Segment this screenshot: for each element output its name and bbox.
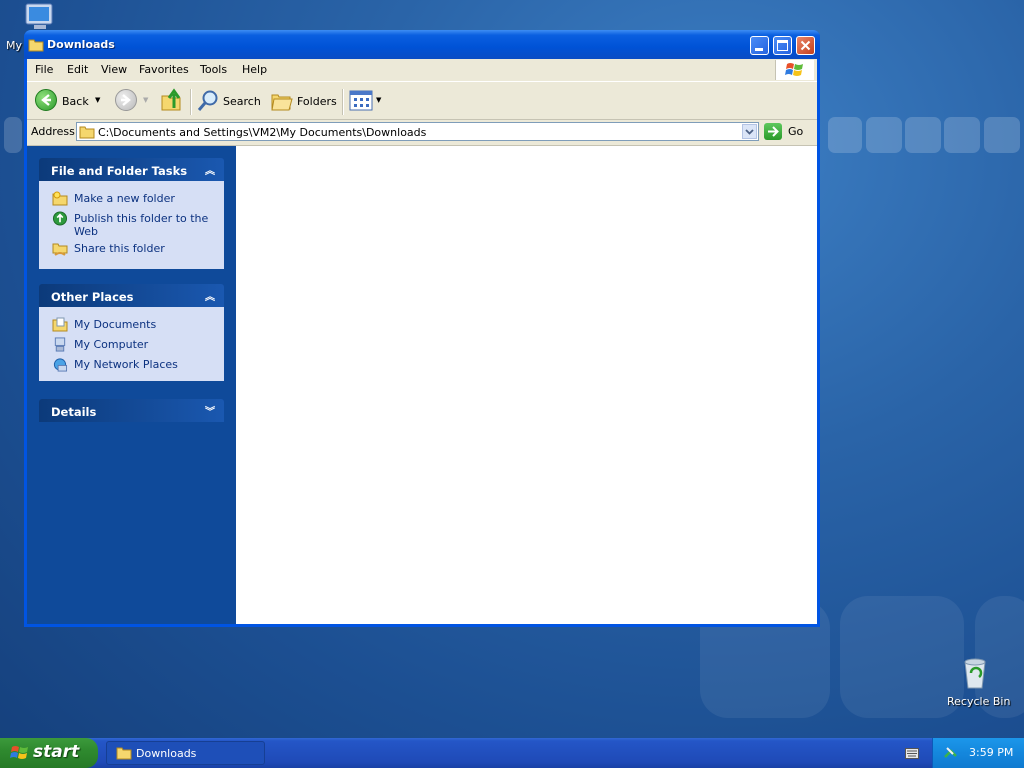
task-pane: File and Folder Tasks ︽ Make a new folde…: [27, 146, 236, 624]
system-tray: 3:59 PM: [932, 738, 1024, 768]
start-label: start: [33, 742, 80, 762]
address-value: C:\Documents and Settings\VM2\My Documen…: [98, 126, 427, 139]
menu-favorites[interactable]: Favorites: [139, 63, 189, 76]
title-bar[interactable]: Downloads: [24, 30, 820, 59]
place-my-computer[interactable]: My Computer: [74, 338, 148, 351]
forward-arrow-icon: [115, 89, 137, 111]
network-tray-icon[interactable]: [943, 745, 959, 761]
menu-tools[interactable]: Tools: [200, 63, 227, 76]
search-label: Search: [223, 95, 261, 108]
maximize-icon: [777, 40, 788, 51]
new-folder-icon: [52, 191, 68, 206]
address-input[interactable]: C:\Documents and Settings\VM2\My Documen…: [76, 122, 759, 141]
address-bar: Address C:\Documents and Settings\VM2\My…: [27, 121, 817, 146]
minimize-icon: [755, 48, 763, 51]
taskbar: start Downloads 3:59 PM: [0, 738, 1024, 768]
expand-chevron-icon[interactable]: ︾: [205, 403, 215, 418]
group-title: Details: [51, 405, 97, 419]
menu-bar: File Edit View Favorites Tools Help: [27, 59, 817, 82]
desktop-icon-label: Recycle Bin: [947, 695, 1011, 708]
menu-view[interactable]: View: [101, 63, 127, 76]
taskbar-button-label: Downloads: [136, 747, 197, 760]
group-title: File and Folder Tasks: [51, 164, 188, 178]
close-icon: [800, 40, 811, 51]
toolbar-separator: [190, 89, 192, 115]
windows-flag-icon: [10, 746, 28, 759]
standard-toolbar: Back ▼ ▼ Search Folders ▼: [27, 82, 817, 120]
chevron-down-icon: [745, 129, 754, 135]
search-icon: [197, 90, 218, 111]
publish-web-icon: [52, 211, 68, 226]
my-documents-icon: [52, 317, 68, 332]
go-arrow-icon: [764, 123, 782, 140]
menu-edit[interactable]: Edit: [67, 63, 88, 76]
collapse-chevron-icon[interactable]: ︽: [205, 288, 215, 303]
address-dropdown-button[interactable]: [742, 124, 757, 139]
folders-label: Folders: [297, 95, 337, 108]
desktop-decoration-large: [840, 596, 964, 718]
share-folder-icon: [52, 243, 68, 256]
maximize-button[interactable]: [773, 36, 792, 55]
file-list-area[interactable]: [236, 146, 817, 624]
window-title: Downloads: [47, 38, 115, 51]
my-network-places-icon: [53, 358, 68, 372]
back-label: Back: [62, 95, 89, 108]
back-arrow-icon: [35, 89, 57, 111]
folder-icon: [28, 39, 44, 52]
place-my-network-places[interactable]: My Network Places: [74, 358, 178, 371]
start-button[interactable]: start: [0, 738, 98, 768]
search-button[interactable]: Search: [194, 87, 262, 115]
minimize-button[interactable]: [750, 36, 769, 55]
group-title: Other Places: [51, 290, 134, 304]
file-folder-tasks-body: Make a new folder Publish this folder to…: [39, 181, 224, 269]
views-dropdown-icon: ▼: [376, 96, 382, 104]
folders-button[interactable]: Folders: [268, 87, 338, 115]
forward-button[interactable]: ▼: [113, 87, 153, 115]
folder-icon: [79, 126, 95, 139]
desktop-icon-label: My: [6, 39, 23, 52]
address-label: Address: [31, 125, 75, 138]
windows-logo: [775, 60, 814, 80]
place-my-documents[interactable]: My Documents: [74, 318, 156, 331]
menu-help[interactable]: Help: [242, 63, 267, 76]
my-computer-icon: [54, 337, 66, 352]
other-places-header[interactable]: Other Places ︽: [39, 284, 224, 307]
views-button[interactable]: ▼: [347, 87, 385, 115]
task-share-folder[interactable]: Share this folder: [74, 242, 165, 255]
file-folder-tasks-header[interactable]: File and Folder Tasks ︽: [39, 158, 224, 181]
window-client: File Edit View Favorites Tools Help Back…: [27, 59, 817, 624]
taskbar-button-downloads[interactable]: Downloads: [106, 741, 265, 765]
explorer-window: Downloads File Edit View Favorites Tools…: [24, 30, 820, 627]
task-publish-folder[interactable]: Publish this folder to the Web: [74, 212, 209, 238]
recycle-bin-icon: [964, 658, 986, 689]
back-dropdown-icon[interactable]: ▼: [95, 96, 100, 104]
task-make-new-folder[interactable]: Make a new folder: [74, 192, 175, 205]
close-button[interactable]: [796, 36, 815, 55]
go-label: Go: [788, 125, 804, 138]
folder-icon: [116, 747, 132, 760]
other-places-body: My Documents My Computer My Network Plac…: [39, 307, 224, 381]
clock[interactable]: 3:59 PM: [969, 746, 1013, 759]
back-button[interactable]: Back ▼: [33, 87, 103, 115]
keyboard-icon[interactable]: [905, 748, 919, 759]
forward-dropdown-icon[interactable]: ▼: [143, 96, 148, 104]
toolbar-separator: [342, 89, 344, 115]
views-icon: [349, 90, 373, 111]
menu-file[interactable]: File: [35, 63, 53, 76]
windows-flag-icon: [785, 63, 803, 76]
folders-icon: [271, 94, 293, 111]
details-header[interactable]: Details ︾: [39, 399, 224, 422]
up-folder-button[interactable]: [159, 87, 185, 115]
go-button[interactable]: Go: [763, 122, 809, 142]
up-folder-icon: [161, 88, 181, 111]
collapse-chevron-icon[interactable]: ︽: [205, 162, 215, 177]
